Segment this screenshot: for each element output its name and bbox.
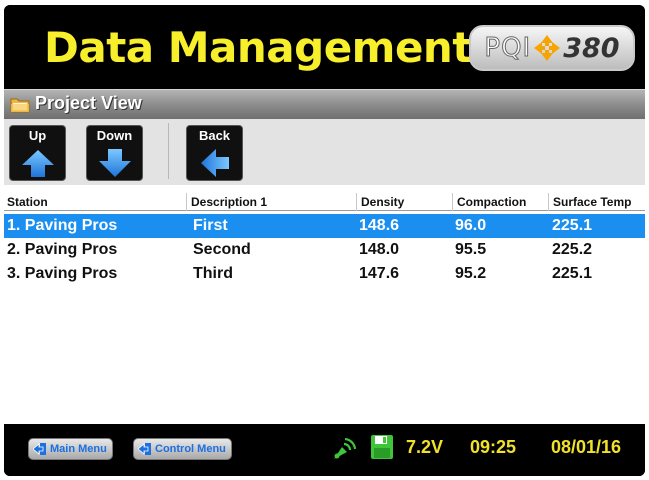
cell-station: 3. Paving Pros xyxy=(7,265,118,282)
back-button-label: Back xyxy=(198,128,231,143)
logo-model: 380 xyxy=(563,32,620,64)
folder-icon xyxy=(10,98,30,113)
column-header-station[interactable]: Station xyxy=(4,193,186,211)
cell-description: Second xyxy=(193,241,251,258)
main-menu-button[interactable]: Main Menu xyxy=(28,438,113,460)
time-readout: 09:25 xyxy=(470,437,517,457)
main-menu-label: Main Menu xyxy=(50,443,107,455)
column-header-compaction[interactable]: Compaction xyxy=(452,193,548,211)
voltage-readout: 7.2V xyxy=(406,437,444,457)
cell-description: Third xyxy=(193,265,233,282)
table-header: Station Description 1 Density Compaction… xyxy=(4,193,645,211)
view-title-bar: Project View xyxy=(4,89,645,119)
pqi-logo: PQI 380 xyxy=(469,25,635,71)
logo-brand: PQI xyxy=(484,33,532,64)
status-footer: Main Menu Control Menu 7.2V 09:25 08/01/… xyxy=(4,424,645,476)
cell-compaction: 95.5 xyxy=(455,241,487,258)
column-header-surface-temp[interactable]: Surface Temp xyxy=(548,193,645,211)
cell-station: 1. Paving Pros xyxy=(7,217,118,234)
cell-density: 148.0 xyxy=(359,241,400,258)
down-button-label: Down xyxy=(96,128,133,143)
view-title: Project View xyxy=(35,93,142,113)
table-row[interactable]: 2. Paving Pros Second 148.0 95.5 225.2 xyxy=(4,238,645,262)
column-header-description[interactable]: Description 1 xyxy=(186,193,356,211)
gps-signal-icon xyxy=(334,437,357,459)
cell-description: First xyxy=(193,217,228,234)
cell-station: 2. Paving Pros xyxy=(7,241,118,258)
menu-arrow-icon xyxy=(33,443,46,455)
down-arrow-icon xyxy=(99,149,131,177)
cell-compaction: 96.0 xyxy=(455,217,487,234)
cell-density: 147.6 xyxy=(359,265,400,282)
cell-surface-temp: 225.1 xyxy=(552,217,593,234)
toolbar: Up Down Back xyxy=(4,119,645,185)
up-button[interactable]: Up xyxy=(9,125,66,181)
save-disk-icon xyxy=(371,435,393,459)
cell-surface-temp: 225.1 xyxy=(552,265,593,282)
control-menu-button[interactable]: Control Menu xyxy=(133,438,232,460)
down-button[interactable]: Down xyxy=(86,125,143,181)
back-arrow-icon xyxy=(201,149,229,177)
up-arrow-icon xyxy=(22,150,54,177)
cell-compaction: 95.2 xyxy=(455,265,487,282)
app-title: Data Management xyxy=(44,23,472,72)
app-header: Data Management PQI 380 xyxy=(4,5,645,89)
back-button[interactable]: Back xyxy=(186,125,243,181)
cell-surface-temp: 225.2 xyxy=(552,241,593,258)
device-screen: Data Management PQI 380 Project View Up xyxy=(4,5,645,476)
logo-arrows-icon xyxy=(534,35,561,61)
project-table: Station Description 1 Density Compaction… xyxy=(4,185,645,424)
table-row[interactable]: 1. Paving Pros First 148.6 96.0 225.1 xyxy=(4,214,645,238)
control-menu-label: Control Menu xyxy=(155,443,226,455)
menu-arrow-icon xyxy=(138,443,151,455)
column-header-density[interactable]: Density xyxy=(356,193,452,211)
table-row[interactable]: 3. Paving Pros Third 147.6 95.2 225.1 xyxy=(4,262,645,286)
date-readout: 08/01/16 xyxy=(551,437,622,457)
up-button-label: Up xyxy=(28,128,47,143)
cell-density: 148.6 xyxy=(359,217,400,234)
toolbar-separator xyxy=(168,123,169,179)
